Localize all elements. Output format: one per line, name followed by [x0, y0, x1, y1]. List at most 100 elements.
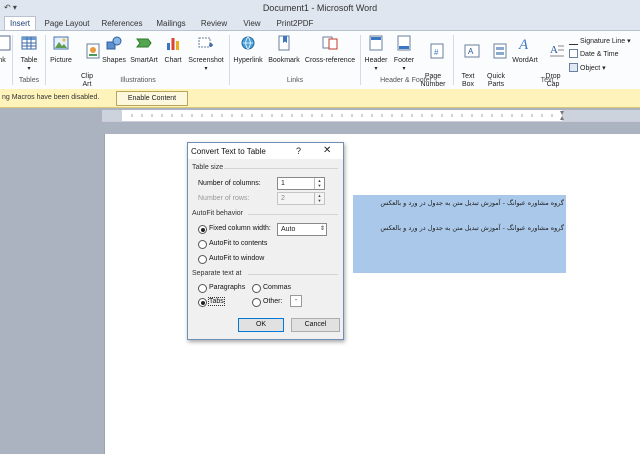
- rows-label: Number of rows:: [198, 195, 250, 202]
- tab-mailings[interactable]: Mailings: [152, 17, 190, 30]
- group-separator: [12, 35, 13, 85]
- spin-arrows-icon[interactable]: ▲ ▼: [314, 178, 324, 189]
- group-header-footer-label: Header & Footer: [380, 77, 432, 84]
- tab-references[interactable]: References: [100, 17, 144, 30]
- fixed-width-value: Auto: [281, 226, 296, 233]
- commas-label[interactable]: Commas: [263, 284, 291, 291]
- section-divider: [248, 274, 338, 275]
- ribbon: nk Table ▾ Tables Picture Clip Art Shape…: [0, 30, 640, 90]
- fixed-width-select[interactable]: Auto ⇕: [277, 223, 327, 236]
- columns-label: Number of columns:: [198, 180, 261, 187]
- date-time-label: Date & Time: [580, 51, 619, 58]
- screenshot-button[interactable]: Screenshot ▾: [186, 34, 226, 73]
- paragraphs-label[interactable]: Paragraphs: [209, 284, 245, 291]
- wordart-icon: A: [518, 37, 529, 53]
- table-icon: [21, 36, 37, 50]
- cross-reference-label: Cross-reference: [304, 57, 356, 64]
- autofit-window-radio[interactable]: [198, 255, 207, 264]
- text-box-icon: A: [464, 44, 480, 58]
- object-icon: [569, 63, 578, 72]
- fixed-width-radio[interactable]: [198, 225, 207, 234]
- shapes-button[interactable]: Shapes: [100, 34, 128, 65]
- group-tables-label: Tables: [18, 77, 40, 84]
- other-label[interactable]: Other:: [263, 298, 282, 305]
- picture-label: Picture: [50, 57, 72, 64]
- tab-review[interactable]: Review: [198, 17, 230, 30]
- message-bar-text: ng Macros have been disabled.: [2, 94, 100, 101]
- tab-view[interactable]: View: [238, 17, 266, 30]
- quick-parts-icon: [493, 43, 507, 59]
- group-separator: [360, 35, 361, 85]
- date-time-button[interactable]: Date & Time: [569, 49, 619, 58]
- document-line-1[interactable]: گروه مشاوره عبوانگ - آموزش تبدیل متن به …: [356, 199, 564, 207]
- convert-text-to-table-dialog: Convert Text to Table ? ✕ Table size Num…: [187, 142, 344, 340]
- spin-arrows-icon[interactable]: ⇕: [320, 224, 325, 235]
- text-box-label: Text Box: [461, 73, 475, 88]
- dialog-title: Convert Text to Table: [191, 147, 266, 156]
- signature-icon: [569, 35, 578, 45]
- enable-content-button[interactable]: Enable Content: [116, 91, 188, 106]
- drop-cap-icon: A: [549, 44, 564, 57]
- shapes-label: Shapes: [102, 57, 126, 64]
- group-separator: [229, 35, 230, 85]
- autofit-contents-label[interactable]: AutoFit to contents: [209, 240, 267, 247]
- tabs-radio[interactable]: [198, 298, 207, 307]
- signature-line-button[interactable]: Signature Line ▾: [569, 35, 631, 45]
- commas-radio[interactable]: [252, 284, 261, 293]
- columns-stepper[interactable]: 1 ▲ ▼: [277, 177, 325, 190]
- footer-button[interactable]: Footer ▾: [390, 34, 418, 73]
- autofit-window-label[interactable]: AutoFit to window: [209, 255, 264, 262]
- tab-insert[interactable]: Insert: [4, 16, 36, 30]
- other-input[interactable]: -: [290, 295, 302, 307]
- table-label: Table: [20, 57, 38, 64]
- hyperlink-label: Hyperlink: [233, 57, 263, 64]
- tabs-label[interactable]: Tabs: [208, 297, 225, 306]
- autofit-contents-radio[interactable]: [198, 240, 207, 249]
- other-radio[interactable]: [252, 298, 261, 307]
- message-bar: ng Macros have been disabled. Enable Con…: [0, 89, 640, 108]
- cancel-button[interactable]: Cancel: [291, 318, 340, 332]
- group-text-label: Text: [540, 77, 554, 84]
- bookmark-label: Bookmark: [268, 57, 300, 64]
- document-line-2[interactable]: گروه مشاوره عبوانگ - آموزش تبدیل متن به …: [356, 224, 564, 232]
- object-button[interactable]: Object ▾: [569, 63, 606, 72]
- table-button[interactable]: Table ▾: [16, 34, 42, 73]
- picture-button[interactable]: Picture: [48, 34, 74, 65]
- svg-text:A: A: [550, 44, 558, 56]
- smartart-label: SmartArt: [130, 57, 158, 64]
- wordart-button[interactable]: A WordArt: [510, 34, 540, 65]
- object-label: Object: [580, 65, 601, 72]
- ok-button[interactable]: OK: [238, 318, 284, 332]
- tab-page-layout[interactable]: Page Layout: [42, 17, 92, 30]
- section-divider: [224, 168, 338, 169]
- bookmark-button[interactable]: Bookmark: [266, 34, 302, 65]
- svg-text:#: #: [434, 48, 439, 57]
- footer-icon: [397, 35, 411, 51]
- hyperlink-button[interactable]: Hyperlink: [231, 34, 265, 65]
- pages-partial-button[interactable]: nk: [0, 34, 11, 65]
- close-icon[interactable]: ✕: [323, 145, 331, 156]
- separate-header: Separate text at: [192, 270, 242, 277]
- group-illustrations-label: Illustrations: [120, 77, 156, 84]
- cross-reference-icon: [322, 36, 338, 50]
- page-number-icon: #: [430, 43, 444, 59]
- rows-stepper: 2 ▲ ▼: [277, 192, 325, 205]
- horizontal-ruler[interactable]: [102, 110, 640, 122]
- header-label: Header: [364, 57, 388, 64]
- cross-reference-button[interactable]: Cross-reference: [302, 34, 358, 65]
- fixed-width-label[interactable]: Fixed column width:: [209, 225, 271, 232]
- shapes-icon: [106, 36, 122, 50]
- paragraphs-radio[interactable]: [198, 284, 207, 293]
- svg-text:A: A: [468, 47, 474, 56]
- smartart-button[interactable]: SmartArt: [128, 34, 160, 65]
- window-title: Document1 - Microsoft Word: [262, 3, 378, 13]
- header-button[interactable]: Header ▾: [362, 34, 390, 73]
- document-page[interactable]: [104, 134, 640, 454]
- dialog-body: Table size Number of columns: 1 ▲ ▼ Numbe…: [188, 159, 343, 339]
- picture-icon: [53, 36, 69, 50]
- rows-value: 2: [281, 195, 285, 202]
- chart-button[interactable]: Chart: [161, 34, 185, 65]
- tab-print2pdf[interactable]: Print2PDF: [274, 17, 316, 30]
- pages-partial-label: nk: [0, 57, 6, 64]
- help-button[interactable]: ?: [296, 146, 301, 156]
